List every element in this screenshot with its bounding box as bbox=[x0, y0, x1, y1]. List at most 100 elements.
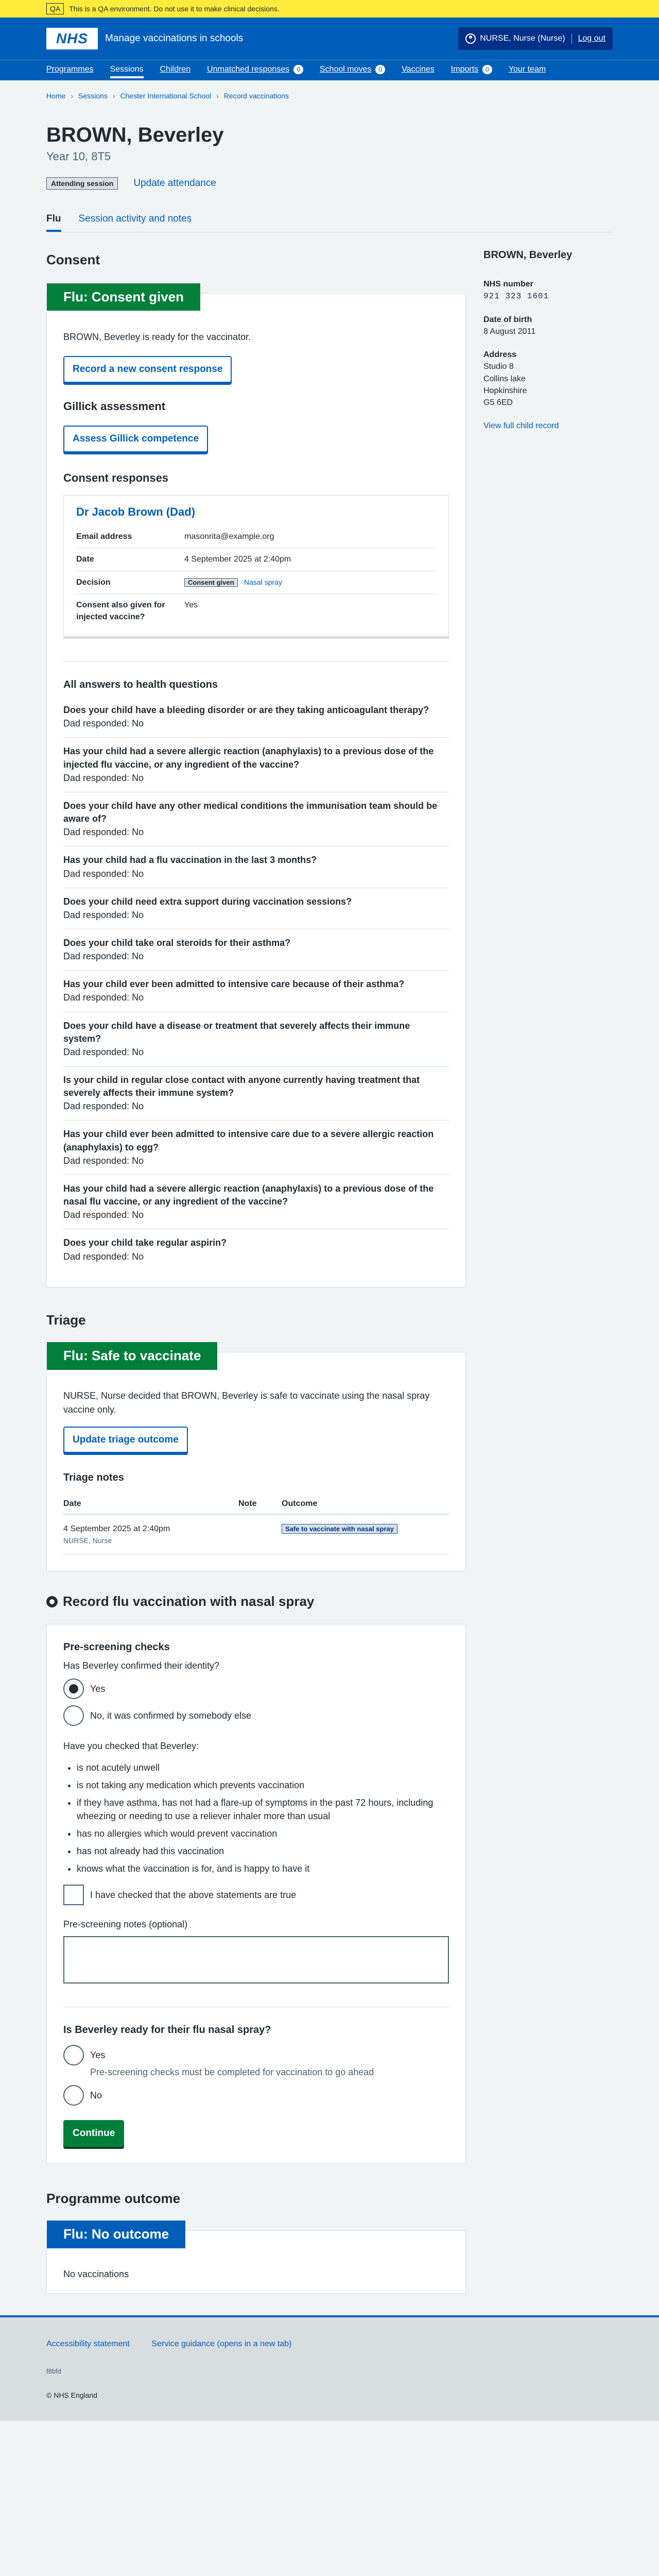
breadcrumb-sessions[interactable]: Sessions bbox=[78, 91, 108, 101]
outcome-card: Flu: No outcome No vaccinations bbox=[46, 2220, 466, 2294]
assess-gillick-button[interactable]: Assess Gillick competence bbox=[63, 426, 209, 452]
parent-link[interactable]: Dr Jacob Brown (Dad) bbox=[76, 504, 436, 520]
nav-sessions[interactable]: Sessions bbox=[110, 60, 144, 79]
nav-label: School moves bbox=[319, 65, 372, 74]
record-consent-button[interactable]: Record a new consent response bbox=[63, 356, 232, 383]
qa-banner-text: This is a QA environment. Do not use it … bbox=[69, 4, 280, 13]
triage-author: NURSE, Nurse bbox=[63, 1536, 112, 1545]
notes-label: Pre-screening notes (optional) bbox=[63, 1919, 188, 1930]
nav-vaccines[interactable]: Vaccines bbox=[402, 60, 435, 75]
list-item: if they have asthma, has not had a flare… bbox=[77, 1796, 449, 1823]
breadcrumb-school[interactable]: Chester International School bbox=[120, 91, 212, 101]
summary-key: Consent also given for injected vaccine? bbox=[76, 600, 165, 621]
triage-section-title: Triage bbox=[46, 1312, 86, 1328]
dob-label: Date of birth bbox=[483, 315, 532, 324]
nav-count: 0 bbox=[375, 64, 386, 74]
ready-no-radio[interactable] bbox=[63, 2085, 84, 2106]
nav-imports[interactable]: Imports 0 bbox=[451, 60, 492, 75]
nhs-logo[interactable]: NHS bbox=[46, 28, 98, 49]
question-text: Does your child need extra support durin… bbox=[63, 896, 352, 907]
tab-session-activity[interactable]: Session activity and notes bbox=[79, 212, 192, 232]
prescreen-title: Pre-screening checks bbox=[63, 1641, 170, 1653]
summary-key: Decision bbox=[76, 578, 111, 587]
question-text: Has your child had a severe allergic rea… bbox=[63, 746, 434, 770]
service-guidance-link[interactable]: Service guidance (opens in a new tab) bbox=[151, 2340, 291, 2348]
question-text: Has your child had a severe allergic rea… bbox=[63, 1183, 434, 1207]
address-line: Hopkinshire bbox=[483, 386, 527, 395]
health-question: Does your child have a disease or treatm… bbox=[63, 1012, 449, 1066]
triage-outcome-tag: Safe to vaccinate with nasal spray bbox=[282, 1524, 397, 1534]
question-text: Has your child ever been admitted to int… bbox=[63, 1129, 434, 1153]
answer-text: Dad responded: No bbox=[63, 1155, 144, 1166]
health-question: Has your child had a severe allergic rea… bbox=[63, 1175, 449, 1230]
confirm-checks-checkbox[interactable] bbox=[63, 1885, 84, 1906]
identity-yes-radio[interactable] bbox=[63, 1678, 84, 1699]
nav-label: Unmatched responses bbox=[207, 65, 290, 74]
breadcrumb: Home › Sessions › Chester International … bbox=[0, 80, 659, 111]
address-label: Address bbox=[483, 350, 517, 360]
nav-label: Your team bbox=[508, 65, 546, 74]
service-name[interactable]: Manage vaccinations in schools bbox=[105, 31, 243, 46]
nav-unmatched-responses[interactable]: Unmatched responses 0 bbox=[207, 60, 303, 75]
ready-yes-radio[interactable] bbox=[63, 2045, 84, 2065]
nav-programmes[interactable]: Programmes bbox=[46, 60, 94, 75]
identity-question: Has Beverley confirmed their identity? bbox=[63, 1660, 220, 1671]
nhs-number-value: 921 323 1601 bbox=[483, 291, 549, 301]
logout-link[interactable]: Log out bbox=[578, 32, 605, 44]
tab-flu[interactable]: Flu bbox=[46, 212, 61, 232]
identity-yes-option[interactable]: Yes bbox=[63, 1678, 449, 1699]
brand[interactable]: NHS Manage vaccinations in schools bbox=[46, 28, 243, 49]
child-details-sidebar: BROWN, Beverley NHS number 921 323 1601 … bbox=[483, 248, 612, 2294]
decision-method: Nasal spray bbox=[244, 578, 282, 586]
ready-no-option[interactable]: No bbox=[63, 2085, 449, 2106]
update-triage-button[interactable]: Update triage outcome bbox=[63, 1426, 188, 1453]
nav-count: 0 bbox=[482, 64, 492, 74]
question-text: Is your child in regular close contact w… bbox=[63, 1075, 420, 1098]
health-question: Does your child take oral steroids for t… bbox=[63, 929, 449, 971]
question-text: Does your child have a bleeding disorder… bbox=[63, 705, 429, 716]
nav-label: Sessions bbox=[110, 63, 144, 79]
radio-target-icon bbox=[46, 1596, 58, 1607]
nav-your-team[interactable]: Your team bbox=[509, 60, 546, 75]
outcome-text: No vaccinations bbox=[63, 2269, 129, 2280]
address-line: G5 6ED bbox=[483, 398, 513, 407]
user-icon bbox=[465, 33, 476, 44]
full-record-link[interactable]: View full child record bbox=[483, 420, 612, 432]
update-attendance-link[interactable]: Update attendance bbox=[133, 176, 216, 191]
consent-ready-text: BROWN, Beverley is ready for the vaccina… bbox=[63, 332, 251, 343]
triage-note bbox=[238, 1514, 282, 1554]
summary-key: Date bbox=[76, 555, 94, 564]
accessibility-link[interactable]: Accessibility statement bbox=[46, 2340, 130, 2348]
identity-no-option[interactable]: No, it was confirmed by somebody else bbox=[63, 1705, 449, 1726]
ready-hint: Pre-screening checks must be completed f… bbox=[90, 2067, 374, 2077]
summary-row: Decision Consent given Nasal spray bbox=[76, 571, 436, 594]
breadcrumb-record-vaccinations[interactable]: Record vaccinations bbox=[224, 91, 289, 101]
triage-date: 4 September 2025 at 2:40pm bbox=[63, 1524, 170, 1534]
nav-label: Children bbox=[160, 65, 191, 74]
summary-value: Yes bbox=[184, 600, 198, 609]
health-questions-title: All answers to health questions bbox=[63, 679, 218, 691]
identity-no-radio[interactable] bbox=[63, 1705, 84, 1726]
footer-version: f8bfd bbox=[46, 2367, 61, 2375]
answer-text: Dad responded: No bbox=[63, 909, 144, 920]
radio-label: No bbox=[90, 2090, 102, 2101]
chevron-right-icon: › bbox=[216, 91, 219, 100]
outcome-card-heading: Flu: No outcome bbox=[47, 2220, 186, 2248]
prescreen-notes-textarea[interactable] bbox=[63, 1936, 449, 1984]
consent-section-title: Consent bbox=[46, 252, 100, 268]
nav-school-moves[interactable]: School moves 0 bbox=[319, 60, 386, 75]
confirm-checks-option[interactable]: I have checked that the above statements… bbox=[63, 1885, 449, 1906]
list-item: has not already had this vaccination bbox=[77, 1844, 449, 1858]
nav-label: Vaccines bbox=[402, 65, 435, 74]
breadcrumb-home[interactable]: Home bbox=[46, 91, 65, 101]
continue-button[interactable]: Continue bbox=[63, 2120, 125, 2147]
triage-notes-title: Triage notes bbox=[63, 1472, 124, 1484]
nav-children[interactable]: Children bbox=[160, 60, 191, 75]
answer-text: Dad responded: No bbox=[63, 951, 144, 962]
checkbox-label: I have checked that the above statements… bbox=[90, 1890, 297, 1901]
dob-value: 8 August 2011 bbox=[483, 327, 536, 336]
ready-yes-option[interactable]: Yes bbox=[63, 2045, 449, 2065]
radio-label: Yes bbox=[90, 2049, 106, 2060]
question-text: Has your child ever been admitted to int… bbox=[63, 979, 405, 990]
question-text: Does your child have any other medical c… bbox=[63, 800, 438, 824]
